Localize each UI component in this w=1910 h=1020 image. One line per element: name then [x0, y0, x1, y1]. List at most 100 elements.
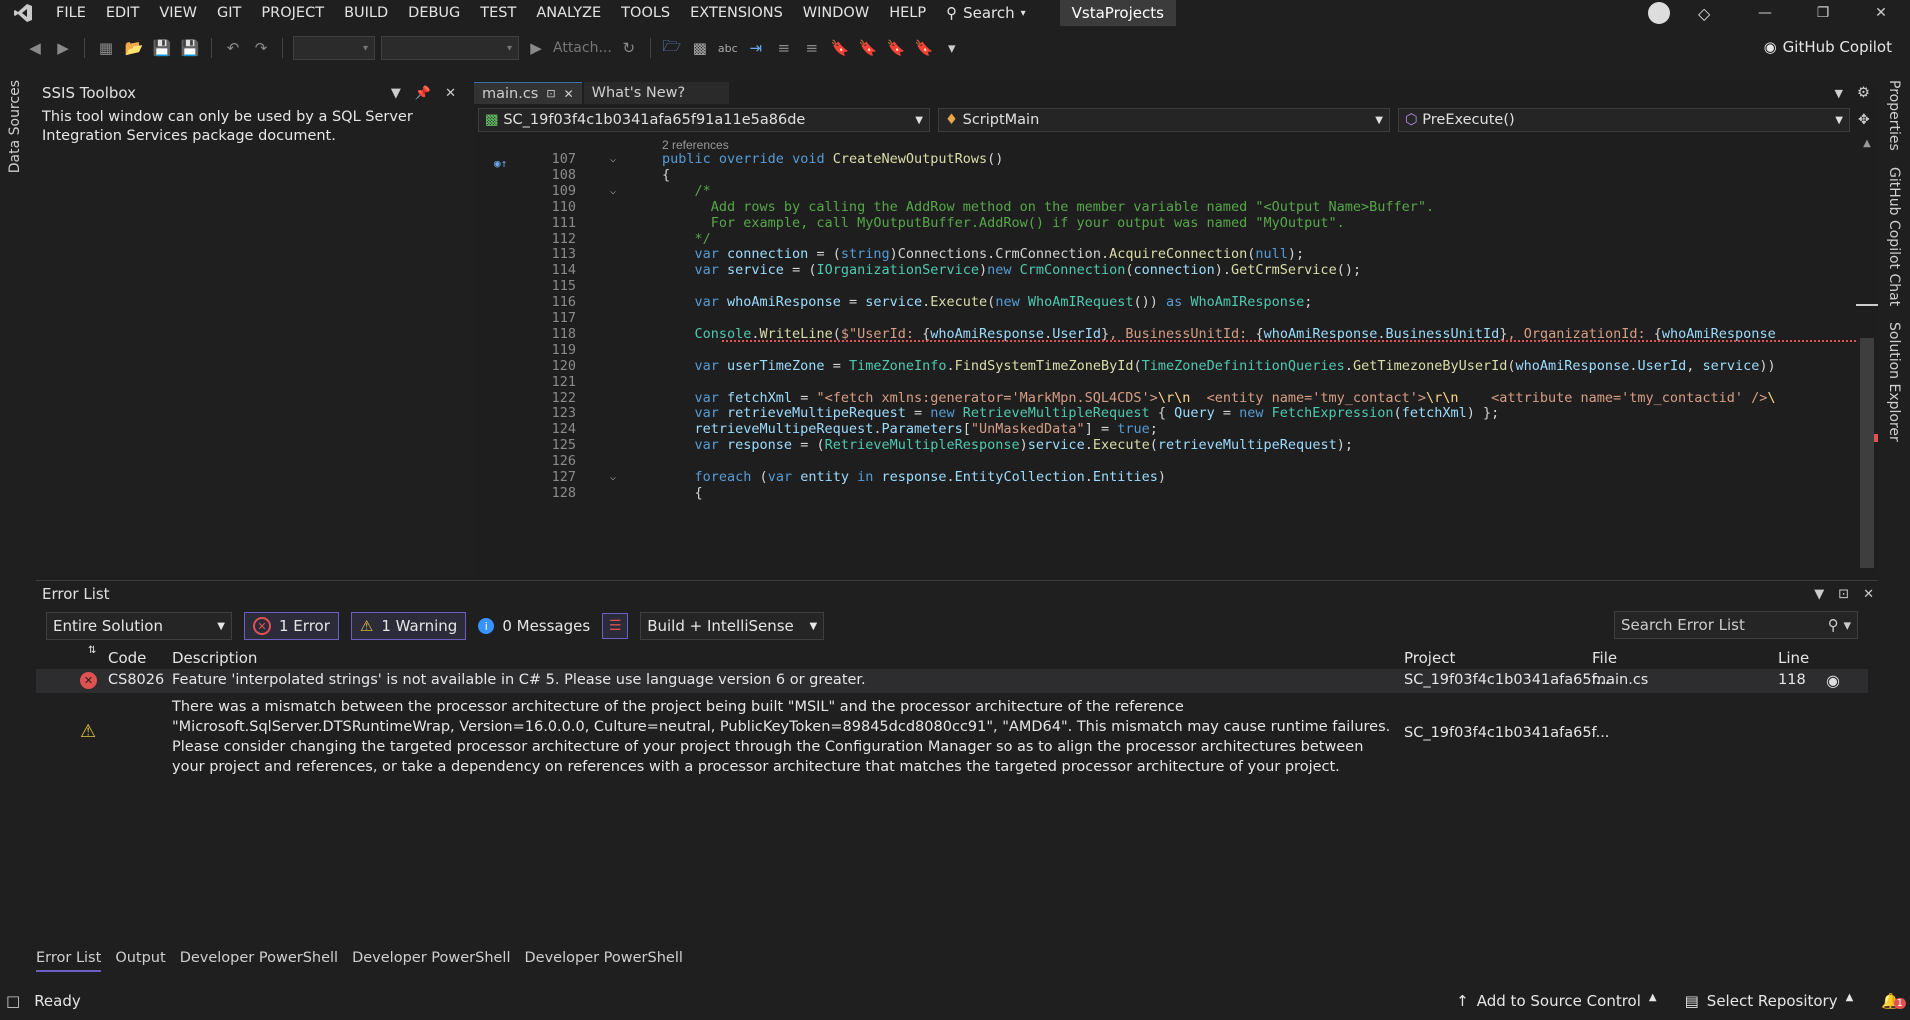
menu-item-tools[interactable]: TOOLS — [611, 0, 680, 26]
bookmark-prev-icon[interactable]: 🔖 — [857, 37, 879, 59]
minimize-button[interactable]: — — [1736, 0, 1794, 26]
open-folder-icon[interactable]: 📂 — [123, 37, 145, 59]
notifications-bell-icon[interactable]: 🔔 1 — [1881, 992, 1906, 1010]
folder-view-icon[interactable]: 🗁 — [661, 37, 683, 59]
attach-button[interactable]: Attach... — [553, 40, 612, 56]
save-icon[interactable]: 💾 — [151, 37, 173, 59]
split-icon[interactable]: ✥ — [1858, 108, 1874, 132]
class-dropdown[interactable]: ♦ ScriptMain ▼ — [938, 108, 1390, 132]
menu-item-file[interactable]: FILE — [46, 0, 96, 26]
menu-item-view[interactable]: VIEW — [149, 0, 207, 26]
undo-icon[interactable]: ↶ — [222, 37, 244, 59]
override-glyph-icon[interactable]: ◉↑ — [494, 154, 507, 173]
hot-reload-icon[interactable]: ↻ — [618, 37, 640, 59]
menu-item-debug[interactable]: DEBUG — [398, 0, 470, 26]
scroll-up-icon[interactable]: ▲ — [1856, 138, 1878, 149]
code-line[interactable]: 128 { — [474, 484, 1856, 503]
pin-icon[interactable]: ⊡ — [546, 87, 555, 100]
menu-item-analyze[interactable]: ANALYZE — [526, 0, 611, 26]
indent-icon[interactable]: ≡ — [773, 37, 795, 59]
scroll-thumb[interactable] — [1860, 338, 1874, 568]
properties-tab[interactable]: Properties — [1886, 80, 1902, 151]
close-icon[interactable]: ✕ — [564, 87, 574, 101]
close-icon[interactable]: ✕ — [445, 86, 456, 101]
code-token: = — [792, 389, 817, 406]
window-position-dropdown-icon[interactable]: ▼ — [391, 86, 401, 101]
code-token: ) }; — [1466, 405, 1500, 422]
error-list-scrollbar[interactable] — [1868, 669, 1878, 949]
solution-explorer-tab[interactable]: Solution Explorer — [1886, 322, 1902, 442]
gear-icon[interactable]: ⚙ — [1857, 85, 1870, 101]
menu-item-project[interactable]: PROJECT — [251, 0, 334, 26]
redo-icon[interactable]: ↷ — [250, 37, 272, 59]
column-header-code[interactable]: Code — [108, 649, 146, 667]
avatar[interactable] — [1648, 2, 1670, 24]
menu-item-window[interactable]: WINDOW — [793, 0, 879, 26]
back-icon[interactable]: ◀ — [24, 37, 46, 59]
save-all-icon[interactable]: 💾 — [179, 37, 201, 59]
dock-icon[interactable]: ⊡ — [1838, 587, 1849, 602]
bookmark-next-icon[interactable]: 🔖 — [885, 37, 907, 59]
configuration-combo[interactable]: ▾ — [293, 36, 375, 60]
forward-icon[interactable]: ▶ — [52, 37, 74, 59]
errors-filter-button[interactable]: ✕ 1 Error — [244, 612, 339, 640]
close-window-button[interactable]: ✕ — [1852, 0, 1910, 26]
warning-row[interactable]: ⚠ There was a mismatch between the proce… — [36, 695, 1878, 777]
tab-developer-powershell[interactable]: Developer PowerShell — [352, 950, 510, 972]
visual-studio-logo-icon[interactable] — [0, 0, 46, 26]
tab-main-cs[interactable]: main.cs ⊡ ✕ — [474, 82, 582, 104]
platform-combo[interactable]: ▾ — [381, 36, 519, 60]
select-repository-button[interactable]: ▤ Select Repository ▲ — [1685, 992, 1854, 1010]
data-sources-tab[interactable]: Data Sources — [7, 80, 23, 173]
column-header-project[interactable]: Project — [1404, 649, 1455, 667]
toolbar-overflow-icon[interactable]: ▾ — [941, 37, 963, 59]
spellcheck-icon[interactable]: abc — [717, 37, 739, 59]
column-header-description[interactable]: Description — [172, 649, 257, 667]
copilot-explain-icon[interactable]: ◉ — [1826, 671, 1840, 690]
editor-vertical-scrollbar[interactable]: ▲ — [1856, 138, 1878, 576]
tab-list-dropdown-icon[interactable]: ▼ — [1835, 87, 1843, 100]
window-position-dropdown-icon[interactable]: ▼ — [1814, 587, 1824, 602]
outdent-icon[interactable]: ≡ — [801, 37, 823, 59]
scope-dropdown[interactable]: Entire Solution ▼ — [46, 612, 232, 640]
status-output-icon[interactable]: □ — [6, 992, 20, 1010]
tab-developer-powershell[interactable]: Developer PowerShell — [525, 950, 683, 972]
warnings-filter-button[interactable]: ⚠ 1 Warning — [350, 612, 467, 640]
search-menu[interactable]: ⚲ Search ▾ — [936, 4, 1036, 22]
diamond-icon[interactable]: ◇ — [1698, 4, 1710, 23]
play-icon[interactable]: ▶ — [525, 37, 547, 59]
column-sort-icon[interactable]: ⇅ — [88, 645, 96, 656]
tab-developer-powershell[interactable]: Developer PowerShell — [180, 950, 338, 972]
menu-item-extensions[interactable]: EXTENSIONS — [680, 0, 793, 26]
solution-name[interactable]: VstaProjects — [1059, 0, 1176, 26]
menu-item-edit[interactable]: EDIT — [96, 0, 149, 26]
menu-item-help[interactable]: HELP — [879, 0, 936, 26]
messages-filter-button[interactable]: i 0 Messages — [478, 617, 590, 635]
step-icon[interactable]: ⇥ — [745, 37, 767, 59]
column-header-line[interactable]: Line — [1778, 649, 1809, 667]
menu-item-test[interactable]: TEST — [470, 0, 526, 26]
github-copilot-chat-tab[interactable]: GitHub Copilot Chat — [1886, 167, 1902, 306]
github-copilot-button[interactable]: ◉ GitHub Copilot — [1764, 38, 1892, 56]
layout-icon[interactable]: ▩ — [689, 37, 711, 59]
member-dropdown[interactable]: ⬡ PreExecute() ▼ — [1398, 108, 1850, 132]
project-dropdown[interactable]: ▩ SC_19f03f4c1b0341afa65f91a11e5a86de ▼ — [478, 108, 930, 132]
column-header-file[interactable]: File — [1592, 649, 1617, 667]
code-area[interactable]: 2 references 107 public override void Cre… — [474, 138, 1856, 576]
close-icon[interactable]: ✕ — [1863, 587, 1874, 602]
tab-whats-new[interactable]: What's New? — [583, 82, 729, 104]
new-project-icon[interactable]: ▦ — [95, 37, 117, 59]
tab-error-list[interactable]: Error List — [36, 950, 102, 972]
bookmark-clear-icon[interactable]: 🔖 — [913, 37, 935, 59]
bookmark-icon[interactable]: 🔖 — [829, 37, 851, 59]
search-error-list-input[interactable]: Search Error List ⚲ ▾ — [1614, 611, 1858, 639]
menu-item-build[interactable]: BUILD — [334, 0, 398, 26]
pin-icon[interactable]: 📌 — [415, 86, 431, 101]
menu-item-git[interactable]: GIT — [207, 0, 251, 26]
add-to-source-control-button[interactable]: ↑ Add to Source Control ▲ — [1456, 992, 1656, 1010]
error-row[interactable]: ✕ CS8026 Feature 'interpolated strings' … — [36, 669, 1878, 693]
filter-icon[interactable]: ☰ — [602, 613, 629, 639]
maximize-button[interactable]: ❐ — [1794, 0, 1852, 26]
tab-output[interactable]: Output — [115, 950, 165, 972]
build-filter-dropdown[interactable]: Build + IntelliSense ▼ — [640, 612, 825, 640]
